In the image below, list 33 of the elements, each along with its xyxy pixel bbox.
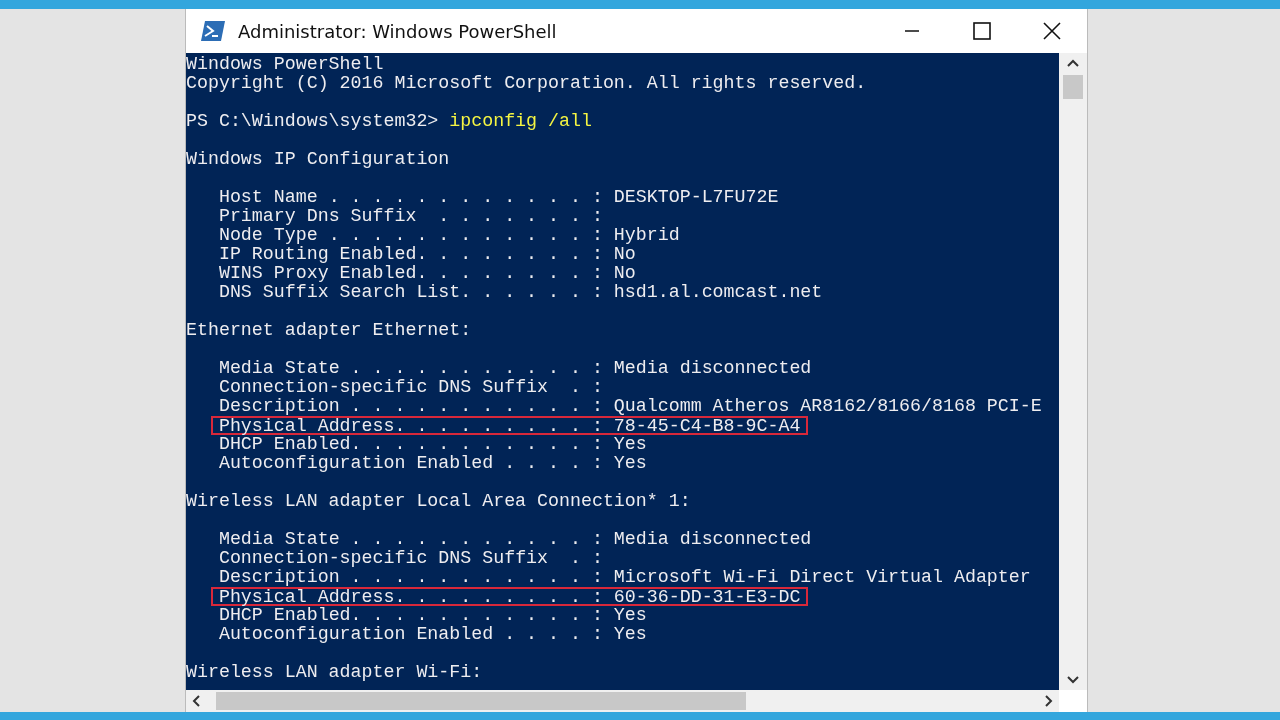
output-line: Media State . . . . . . . . . . . : Media disconnected [218,529,812,549]
output-line: Autoconfiguration Enabled . . . . : Yes [218,624,647,644]
output-line: DHCP Enabled. . . . . . . . . . . : Yes [218,605,647,625]
maximize-icon [973,22,991,40]
output-line: IP Routing Enabled. . . . . . . . : No [218,244,636,264]
output-line: Autoconfiguration Enabled . . . . : Yes [218,453,647,473]
powershell-icon [200,20,226,42]
output-line: Media State . . . . . . . . . . . : Media disconnected [218,358,812,378]
scrollbar-thumb[interactable] [216,692,746,710]
output-line: WINS Proxy Enabled. . . . . . . . : No [218,263,636,283]
output-line: Wireless LAN adapter Wi-Fi: [186,662,483,682]
output-line: Windows IP Configuration [186,149,450,169]
output-line: Ethernet adapter Ethernet: [186,320,472,340]
output-line: DNS Suffix Search List. . . . . . : hsd1.al.comcast.net [218,282,823,302]
output-line: Copyright (C) 2016 Microsoft Corporation. All rights reserved. [186,73,867,93]
vertical-scrollbar[interactable] [1059,53,1087,690]
output-line: DHCP Enabled. . . . . . . . . . . : Yes [218,434,647,454]
output-line: Primary Dns Suffix . . . . . . . : [218,206,603,226]
output-line: Description . . . . . . . . . . . : Microsoft Wi-Fi Direct Virtual Adapter [218,567,1031,587]
close-icon [1043,22,1061,40]
output-line: Description . . . . . . . . . . . : Qualcomm Atheros AR8162/8166/8168 PCI-E [218,396,1042,416]
output-line: Node Type . . . . . . . . . . . . : Hybrid [218,225,680,245]
output-line: Connection-specific DNS Suffix . : [218,548,603,568]
prompt-text: PS C:\Windows\system32> [186,111,440,131]
output-line: Windows PowerShell [186,54,384,74]
horizontal-scrollbar[interactable] [186,690,1059,712]
output-line: Wireless LAN adapter Local Area Connection* 1: [186,491,691,511]
window-title: Administrator: Windows PowerShell [238,19,557,44]
command-text: ipconfig /all [449,111,592,131]
minimize-icon [904,30,920,32]
output-line: Host Name . . . . . . . . . . . . : DESKTOP-L7FU72E [218,187,779,207]
scrollbar-thumb[interactable] [1063,75,1083,99]
output-line: Connection-specific DNS Suffix . : [218,377,603,397]
